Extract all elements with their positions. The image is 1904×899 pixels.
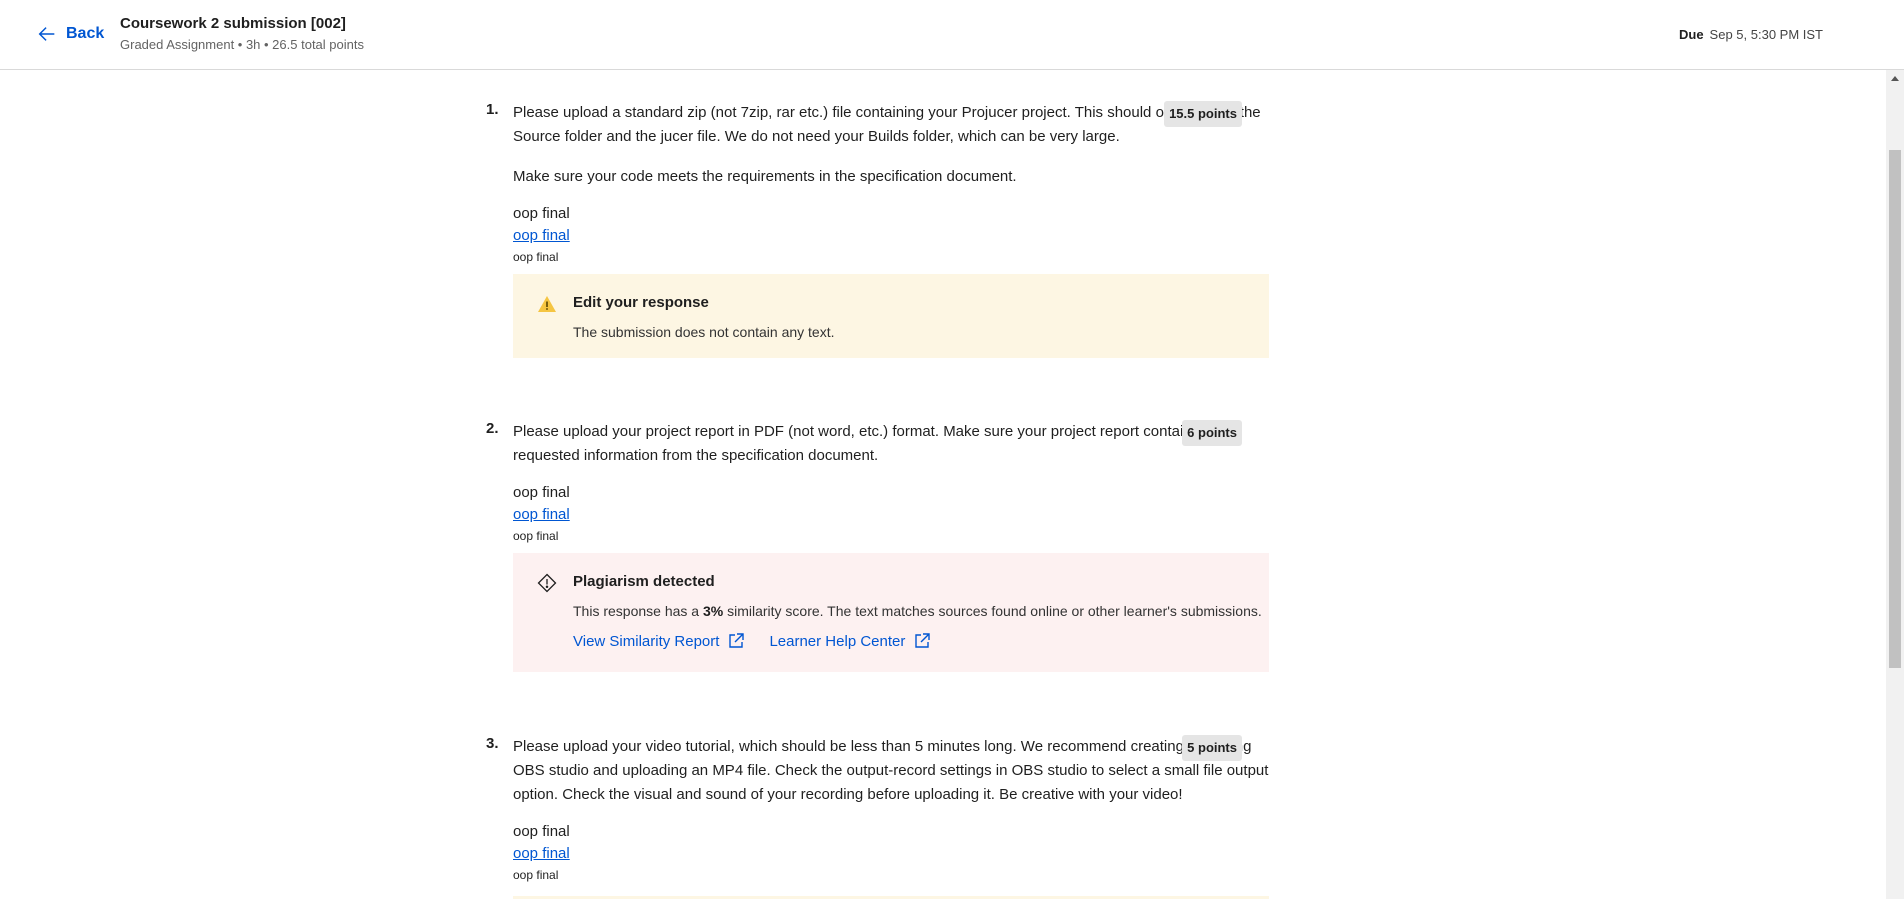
file-name: oop final	[513, 823, 570, 840]
question-text: Please upload a standard zip (not 7zip, …	[513, 104, 1261, 145]
file-name: oop final	[513, 484, 570, 501]
file-link[interactable]: oop final	[513, 503, 570, 527]
question-body: Please upload your video tutorial, which…	[513, 735, 1273, 899]
due-label: Due	[1678, 27, 1704, 42]
link-label: Learner Help Center	[769, 632, 906, 650]
due-value: Sep 5, 5:30 PM IST	[1709, 27, 1823, 42]
file-name: oop final	[513, 205, 570, 222]
file-link[interactable]: oop final	[513, 224, 570, 248]
file-caption: oop final	[513, 529, 559, 543]
arrow-left-icon	[38, 27, 55, 41]
plagiarism-alert: Plagiarism detected This response has a …	[513, 553, 1269, 672]
points-badge: 5 points	[1182, 735, 1242, 761]
back-label: Back	[66, 25, 105, 42]
page-header: Back Coursework 2 submission [002] Grade…	[0, 0, 1904, 70]
alert-diamond-icon	[537, 573, 557, 593]
question-extra-text: Make sure your code meets the requiremen…	[513, 168, 1017, 185]
due-date: Due Sep 5, 5:30 PM IST	[1679, 27, 1823, 42]
question-number: 3.	[486, 735, 499, 752]
alert-message: The submission does not contain any text…	[573, 324, 835, 340]
question-text: Please upload your video tutorial, which…	[513, 738, 1269, 803]
alert-message: This response has a 3% similarity score.…	[573, 603, 1262, 619]
message-suffix: similarity score. The text matches sourc…	[723, 603, 1262, 619]
alert-title: Edit your response	[573, 294, 709, 311]
learner-help-center-link[interactable]: Learner Help Center	[769, 632, 931, 650]
question-number: 1.	[486, 101, 499, 118]
page-subtitle: Graded Assignment • 3h • 26.5 total poin…	[120, 37, 364, 52]
points-badge: 6 points	[1182, 420, 1242, 446]
message-prefix: This response has a	[573, 603, 703, 619]
view-similarity-report-link[interactable]: View Similarity Report	[573, 632, 745, 650]
alert-title: Plagiarism detected	[573, 573, 715, 590]
back-button[interactable]: Back	[36, 23, 104, 45]
edit-response-alert: Edit your response The submission does n…	[513, 274, 1269, 358]
file-link[interactable]: oop final	[513, 842, 570, 866]
scroll-up-arrow-icon[interactable]	[1891, 76, 1899, 81]
alert-links: View Similarity Report Learner Help Cent…	[573, 632, 931, 650]
points-badge: 15.5 points	[1164, 101, 1242, 127]
question-number: 2.	[486, 420, 499, 437]
question-text: Please upload your project report in PDF…	[513, 423, 1225, 464]
file-caption: oop final	[513, 250, 559, 264]
similarity-score: 3%	[702, 603, 724, 619]
link-label: View Similarity Report	[573, 632, 720, 650]
page-title: Coursework 2 submission [002]	[120, 15, 346, 32]
warning-icon	[538, 296, 556, 312]
title-block: Coursework 2 submission [002] Graded Ass…	[120, 15, 364, 52]
question-body: Please upload a standard zip (not 7zip, …	[513, 101, 1273, 358]
question-body: Please upload your project report in PDF…	[513, 420, 1273, 672]
external-link-icon	[729, 633, 745, 648]
file-caption: oop final	[513, 868, 559, 882]
scrollbar-thumb[interactable]	[1889, 150, 1901, 668]
external-link-icon	[915, 633, 931, 648]
scrollbar[interactable]	[1886, 70, 1904, 899]
